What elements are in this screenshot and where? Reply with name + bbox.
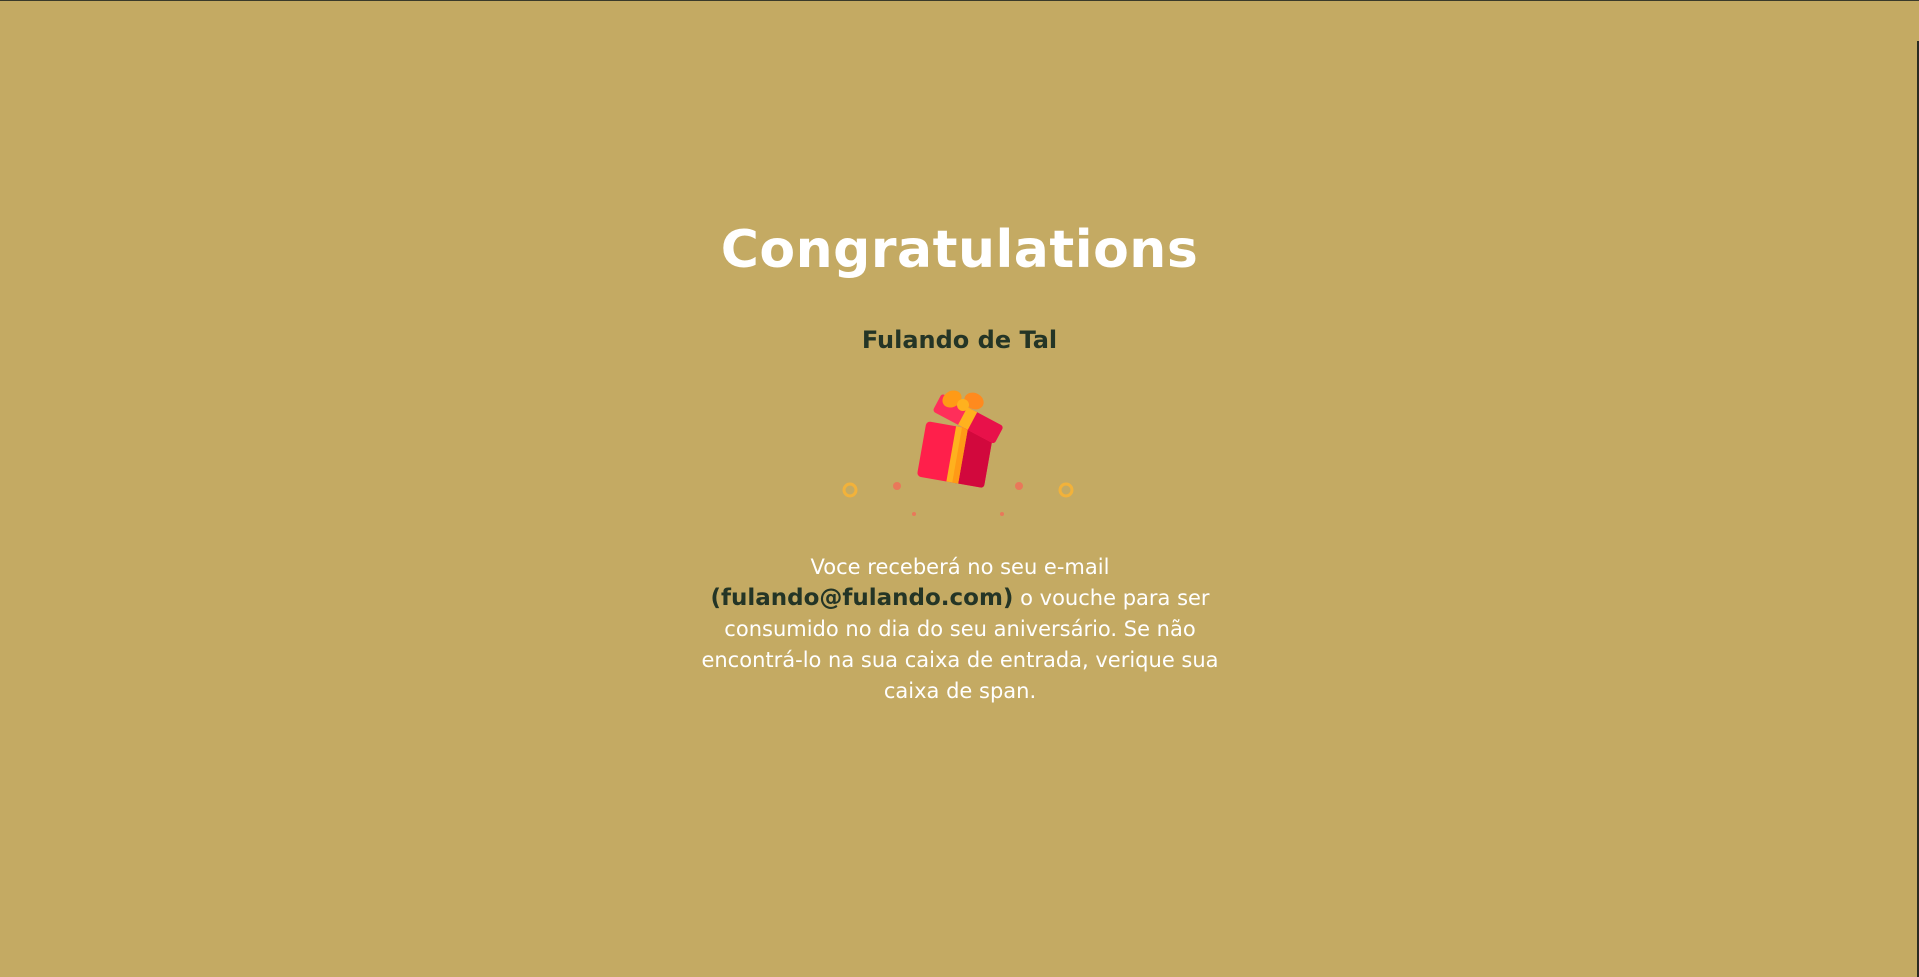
confetti-speck-left: [912, 512, 916, 516]
confetti-dot-right: [1015, 482, 1023, 490]
confetti-ring-right: [1058, 482, 1074, 498]
confetti-speck-right: [1000, 512, 1004, 516]
gift-icon: [842, 390, 1074, 516]
message-intro: Voce receberá no seu e-mail: [810, 555, 1110, 579]
voucher-message: Voce receberá no seu e-mail (fulando@ful…: [690, 552, 1230, 707]
confetti-dot-left: [893, 482, 901, 490]
page-title: Congratulations: [720, 220, 1199, 280]
confetti-ring-left: [842, 482, 858, 498]
email-address: (fulando@fulando.com): [710, 585, 1014, 611]
recipient-name: Fulando de Tal: [861, 326, 1058, 354]
